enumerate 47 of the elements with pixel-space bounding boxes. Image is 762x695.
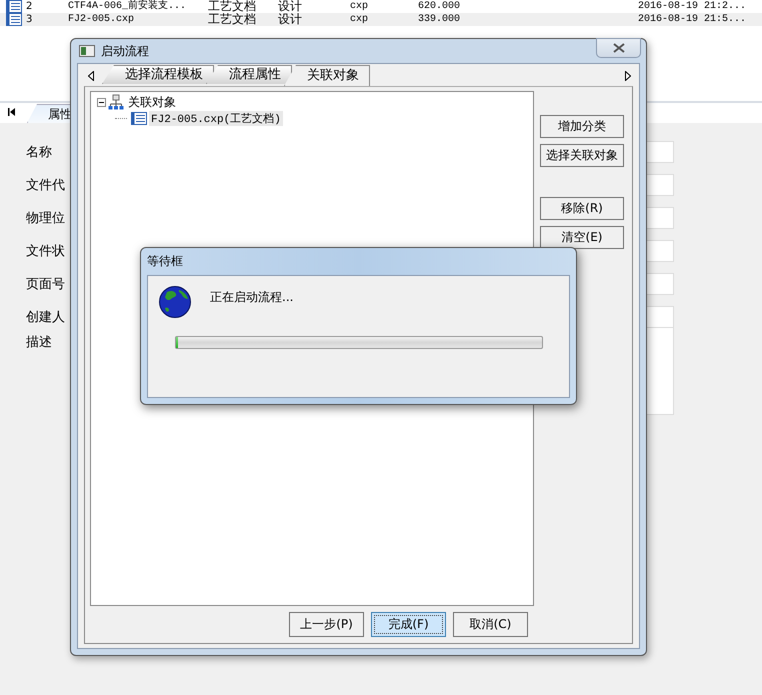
side-button[interactable]: 增加分类	[540, 115, 624, 138]
window-title: 等待框	[146, 253, 184, 270]
table-cell: FJ2-005.cxp	[68, 13, 134, 26]
scroll-left-icon[interactable]	[88, 71, 94, 81]
status-message: 正在启动流程...	[210, 289, 294, 306]
tab[interactable]: 关联对象	[284, 65, 370, 86]
table-cell: cxp	[350, 0, 368, 13]
collapse-icon[interactable]	[97, 98, 106, 106]
field-label: 页面号	[26, 276, 65, 292]
table-cell: 3	[26, 13, 32, 26]
table-cell: 620.000	[418, 0, 460, 13]
footer-button[interactable]: 完成(F)	[371, 612, 446, 637]
field-label: 名称	[26, 144, 52, 160]
close-icon	[612, 43, 624, 53]
table-cell: 339.000	[418, 13, 460, 26]
scroll-right-icon[interactable]	[625, 71, 631, 81]
tree-item[interactable]: 关联对象	[126, 94, 178, 110]
window-title: 启动流程	[101, 42, 149, 60]
footer-button[interactable]: 取消(C)	[453, 612, 528, 637]
first-arrow-icon[interactable]	[8, 108, 15, 116]
table-cell: 工艺文档	[208, 13, 256, 26]
document-icon	[6, 13, 22, 26]
side-button[interactable]: 选择关联对象	[540, 144, 624, 167]
field-label: 文件代	[26, 176, 65, 194]
table-cell: 2016-08-19 21:5...	[638, 13, 746, 26]
field-label: 文件状	[26, 242, 65, 260]
table-cell: cxp	[350, 13, 368, 26]
table-cell: 设计	[278, 0, 302, 13]
close-button[interactable]	[596, 38, 641, 58]
window-icon	[79, 45, 95, 57]
tab[interactable]: 流程属性	[206, 65, 292, 84]
field-label: 物理位	[26, 210, 65, 226]
footer-button[interactable]: 上一步(P)	[289, 612, 364, 637]
side-button[interactable]: 移除(R)	[540, 197, 624, 220]
tab[interactable]: 选择流程模板	[102, 65, 214, 84]
table-cell: 2	[26, 0, 32, 13]
table-cell: 工艺文档	[208, 0, 256, 13]
document-icon	[131, 112, 147, 124]
globe-icon	[159, 286, 191, 318]
tree-item[interactable]: FJ2-005.cxp(工艺文档)	[149, 110, 283, 126]
table-row[interactable]: 3 FJ2-005.cxp 工艺文档 设计 cxp 339.000 2016-08-19 21:5...	[0, 13, 762, 26]
table-cell: 2016-08-19 21:2...	[638, 0, 746, 13]
field-label: 创建人	[26, 308, 65, 326]
field-label: 描述	[26, 334, 52, 351]
side-button[interactable]: 清空(E)	[540, 226, 624, 249]
table-cell: 设计	[278, 13, 302, 26]
network-icon	[108, 94, 124, 110]
